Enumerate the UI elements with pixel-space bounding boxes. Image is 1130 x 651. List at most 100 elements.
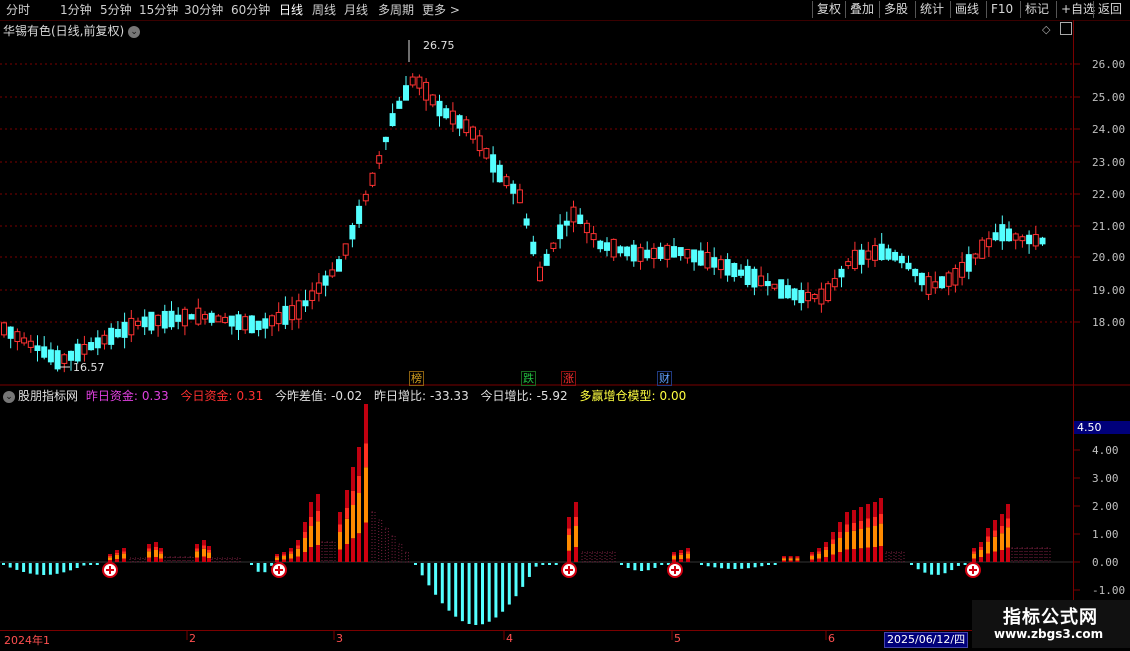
candle-body [825,283,832,302]
fund-bar-segment [838,552,842,562]
negative-bar [2,563,5,565]
negative-bar [487,563,491,622]
negative-bar [916,563,920,570]
fund-bar-segment [795,558,800,561]
fund-bar-segment [567,550,571,562]
candle-body [516,189,523,204]
candle-body [168,310,175,328]
candle-body [865,250,872,260]
price-tick: 22.00 [1092,188,1126,201]
negative-bar [753,563,757,568]
negative-bar [720,563,724,569]
negative-bar [740,563,744,569]
faint-bar [606,551,611,563]
negative-bar [48,563,52,575]
candle-body [805,291,811,302]
candle-body [389,113,396,127]
candle-body [135,320,141,326]
negative-bar [760,563,764,567]
candle-body [1006,228,1012,242]
fund-bar-segment [338,524,342,532]
fund-bar-segment [289,551,293,554]
candle-body [490,154,497,173]
faint-bar [216,557,221,563]
candle-body [731,263,738,278]
faint-bar [405,551,409,563]
candle-body [764,281,771,287]
candle-body [449,110,456,125]
low-price-label: 16.57 [73,361,105,374]
time-label-month: 2 [189,632,196,645]
negative-bar [15,563,19,570]
fund-bar-segment [309,547,313,562]
candle-body [1039,237,1046,245]
price-tick: 21.00 [1092,220,1126,233]
time-label-month: 3 [336,632,343,645]
faint-bar [1036,547,1041,563]
candle-body [905,262,912,270]
negative-bar [950,563,954,571]
fund-bar-segment [574,517,578,526]
indicator-name: 股朋指标网 [18,389,79,403]
fund-bar-segment [1000,514,1004,526]
candle-body [362,193,369,202]
fund-bar-segment [788,556,793,558]
fund-bar-segment [309,517,313,526]
fund-bar-segment [859,520,863,529]
candle-body [202,313,208,320]
fund-bar-segment [852,530,856,549]
fund-bar-segment [567,535,571,551]
chevron-down-icon[interactable]: ⌄ [3,390,15,403]
fund-bar-segment [817,551,821,554]
faint-bar [1046,547,1051,563]
candle-body [262,318,269,329]
candle-body [738,269,744,276]
candle-body [114,328,121,338]
event-tag-zhang[interactable]: 涨 [561,371,576,386]
event-tag-bang[interactable]: 榜 [409,371,424,386]
indicator-item: 昨日资金: 0.33 [85,389,169,403]
fund-bar-segment [795,556,800,558]
fund-bar-segment [831,532,835,540]
indicator-tick: 4.00 [1092,444,1119,457]
negative-bar [250,563,253,565]
fund-bar-segment [979,557,983,562]
candle-body [68,350,74,361]
fund-bar-segment [351,467,355,491]
fund-bar-segment [873,517,877,526]
faint-bar [890,551,895,563]
faint-bar [581,551,586,563]
candle-body [315,282,322,294]
candle-body [543,253,550,266]
event-tag-die[interactable]: 跌 [521,371,536,386]
candle-body [322,275,329,286]
candle-body [557,224,564,240]
candle-body [175,314,182,322]
negative-bar [256,563,260,572]
candle-body [657,246,664,259]
negative-bar [923,563,927,573]
fund-bar-segment [824,547,828,550]
fund-bar-segment [115,559,119,562]
indicator-tick: 1.00 [1092,528,1119,541]
fund-bar-segment [782,558,786,561]
candle-body [34,345,41,351]
fund-bar-segment [852,523,856,531]
negative-bar [713,563,717,568]
event-tag-cai[interactable]: 财 [657,371,672,386]
faint-bar [1016,547,1021,563]
candle-body [878,243,885,261]
fund-bar-segment [275,556,279,558]
candle-body [918,272,925,286]
fund-bar-segment [289,548,293,552]
negative-bar [467,563,471,624]
fund-bar-segment [679,559,683,562]
fund-bar-segment [845,549,849,562]
indicator-tick: -1.00 [1092,584,1126,597]
indicator-header: ⌄ 股朋指标网 昨日资金: 0.33 今日资金: 0.31 今昨差值: -0.02 昨日… [3,387,694,404]
chart-canvas[interactable] [0,0,1130,650]
candle-body [684,248,691,259]
faint-bar [591,551,596,563]
fund-bar-segment [866,504,870,519]
candle-body [141,316,148,328]
